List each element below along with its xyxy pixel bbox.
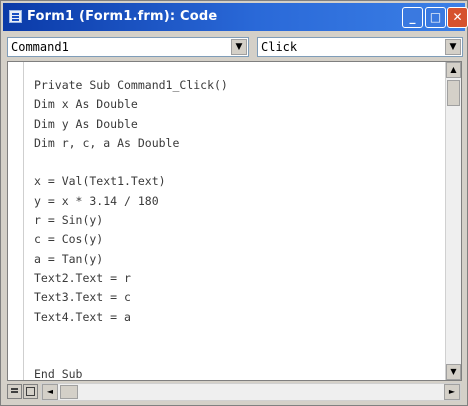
code-line[interactable]: y = x * 3.14 / 180 (34, 192, 444, 211)
procedure-dropdown-value: Click (261, 40, 298, 54)
code-line[interactable]: Text2.Text = r (34, 269, 444, 288)
code-line[interactable]: Private Sub Command1_Click() (34, 76, 444, 95)
minimize-button[interactable]: _ (402, 7, 423, 28)
full-module-view-icon[interactable] (23, 384, 38, 399)
code-line[interactable]: Text4.Text = a (34, 308, 444, 327)
object-dropdown[interactable]: Command1 ▼ (7, 37, 249, 57)
maximize-icon: □ (429, 10, 442, 24)
vertical-scrollbar[interactable]: ▲ ▼ (445, 62, 461, 380)
code-line[interactable]: r = Sin(y) (34, 211, 444, 230)
code-area[interactable]: Private Sub Command1_Click() Dim x As Do… (34, 76, 444, 381)
close-button[interactable]: ✕ (447, 7, 468, 28)
scroll-right-icon[interactable]: ► (444, 384, 460, 400)
scroll-left-icon[interactable]: ◄ (42, 384, 58, 400)
window-title: Form1 (Form1.frm): Code (27, 9, 218, 24)
code-line[interactable]: Dim x As Double (34, 95, 444, 114)
code-line[interactable]: End Sub (34, 365, 444, 384)
code-line[interactable]: c = Cos(y) (34, 230, 444, 249)
close-icon: ✕ (452, 10, 463, 24)
code-line[interactable]: Dim r, c, a As Double (34, 134, 444, 153)
procedure-dropdown[interactable]: Click ▼ (257, 37, 463, 57)
maximize-button[interactable]: □ (425, 7, 446, 28)
code-window-icon (9, 10, 22, 23)
bottom-bar: ◄ ► (7, 383, 462, 401)
code-line[interactable]: Text3.Text = c (34, 288, 444, 307)
code-line[interactable]: Dim y As Double (34, 115, 444, 134)
code-line[interactable] (34, 327, 444, 346)
horizontal-scroll-thumb[interactable] (60, 385, 78, 399)
chevron-down-icon[interactable]: ▼ (231, 39, 247, 55)
code-line[interactable] (34, 346, 444, 365)
margin-indicator-bar[interactable] (8, 62, 24, 380)
title-bar[interactable]: Form1 (Form1.frm): Code _ □ ✕ (3, 3, 468, 31)
scroll-down-icon[interactable]: ▼ (446, 364, 461, 380)
horizontal-scrollbar[interactable]: ◄ ► (41, 383, 461, 401)
object-dropdown-value: Command1 (11, 40, 69, 54)
code-line[interactable] (34, 153, 444, 172)
chevron-down-icon[interactable]: ▼ (445, 39, 461, 55)
code-editor[interactable]: Private Sub Command1_Click() Dim x As Do… (7, 61, 462, 381)
code-line[interactable]: a = Tan(y) (34, 250, 444, 269)
scroll-up-icon[interactable]: ▲ (446, 62, 461, 78)
procedure-view-icon[interactable] (7, 384, 22, 399)
minimize-icon: _ (409, 10, 416, 24)
code-line[interactable]: x = Val(Text1.Text) (34, 172, 444, 191)
vertical-scroll-thumb[interactable] (447, 80, 460, 106)
code-window: Form1 (Form1.frm): Code _ □ ✕ Command1 ▼… (0, 0, 468, 406)
